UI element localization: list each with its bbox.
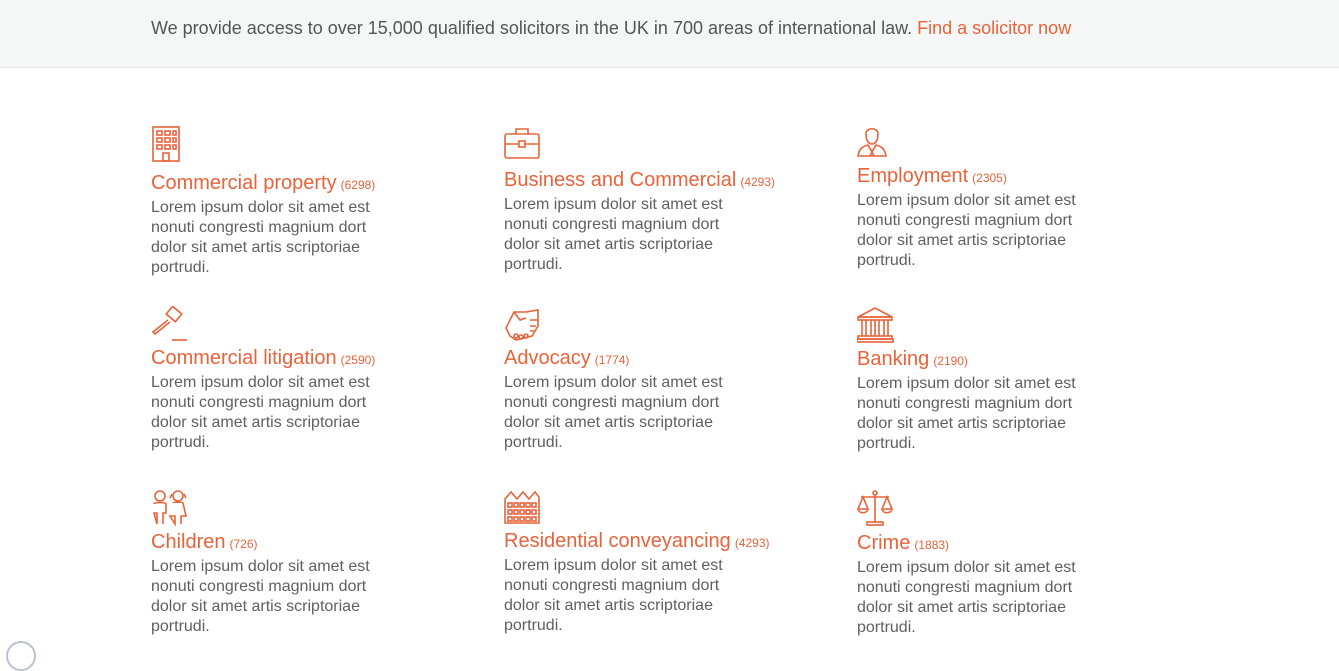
scales-icon	[857, 489, 897, 529]
area-title[interactable]: Children (726)	[151, 530, 481, 556]
handshake-icon	[504, 306, 544, 346]
briefcase-icon	[504, 124, 544, 164]
area-title[interactable]: Residential conveyancing (4293)	[504, 529, 834, 555]
area-title[interactable]: Commercial litigation (2590)	[151, 346, 481, 372]
area-count: (2590)	[340, 353, 376, 367]
area-count: (2190)	[933, 354, 968, 368]
area-count: (726)	[229, 537, 258, 551]
area-title[interactable]: Commercial property (6298)	[151, 171, 481, 197]
area-title[interactable]: Business and Commercial (4293)	[504, 168, 834, 194]
area-title[interactable]: Employment (2305)	[857, 164, 1187, 190]
building-icon	[151, 125, 191, 165]
area-count: (1883)	[914, 538, 950, 552]
area-description: Lorem ipsum dolor sit amet est nonuti co…	[857, 559, 1076, 636]
area-description: Lorem ipsum dolor sit amet est nonuti co…	[151, 199, 370, 276]
area-title[interactable]: Crime (1883)	[857, 531, 1187, 557]
area-description: Lorem ipsum dolor sit amet est nonuti co…	[857, 192, 1076, 269]
area-card-commercial-litigation[interactable]: Commercial litigation (2590) Lorem ipsum …	[151, 306, 481, 453]
bank-icon	[857, 306, 897, 346]
person-icon	[857, 124, 897, 164]
children-icon	[151, 489, 191, 529]
area-title[interactable]: Banking (2190)	[857, 347, 1187, 373]
area-card-banking[interactable]: Banking (2190) Lorem ipsum dolor sit amet…	[857, 306, 1187, 454]
area-count: (4293)	[734, 536, 770, 550]
area-description: Lorem ipsum dolor sit amet est nonuti co…	[504, 557, 723, 634]
area-card-business-commercial[interactable]: Business and Commercial (4293) Lorem ipsu…	[504, 124, 834, 275]
area-count: (6298)	[340, 178, 376, 192]
area-card-residential-conveyancing[interactable]: Residential conveyancing (4293) Lorem ips…	[504, 489, 834, 636]
area-card-crime[interactable]: Crime (1883) Lorem ipsum dolor sit amet e…	[857, 489, 1187, 638]
practice-areas-grid: Commercial property (6298) Lorem ipsum do…	[0, 0, 1339, 648]
area-count: (2305)	[972, 171, 1007, 185]
area-description: Lorem ipsum dolor sit amet est nonuti co…	[151, 558, 370, 635]
area-card-employment[interactable]: Employment (2305) Lorem ipsum dolor sit a…	[857, 124, 1187, 271]
area-description: Lorem ipsum dolor sit amet est nonuti co…	[504, 374, 723, 451]
area-description: Lorem ipsum dolor sit amet est nonuti co…	[151, 374, 370, 451]
houses-icon	[504, 489, 544, 529]
area-card-advocacy[interactable]: Advocacy (1774) Lorem ipsum dolor sit ame…	[504, 306, 834, 453]
area-description: Lorem ipsum dolor sit amet est nonuti co…	[857, 375, 1076, 452]
area-card-commercial-property[interactable]: Commercial property (6298) Lorem ipsum do…	[151, 125, 481, 278]
area-description: Lorem ipsum dolor sit amet est nonuti co…	[504, 196, 723, 273]
gavel-icon	[151, 306, 191, 346]
area-count: (1774)	[594, 353, 630, 367]
chat-widget-button[interactable]	[6, 641, 36, 671]
area-card-children[interactable]: Children (726) Lorem ipsum dolor sit amet…	[151, 489, 481, 637]
area-count: (4293)	[740, 175, 776, 189]
area-title[interactable]: Advocacy (1774)	[504, 346, 834, 372]
